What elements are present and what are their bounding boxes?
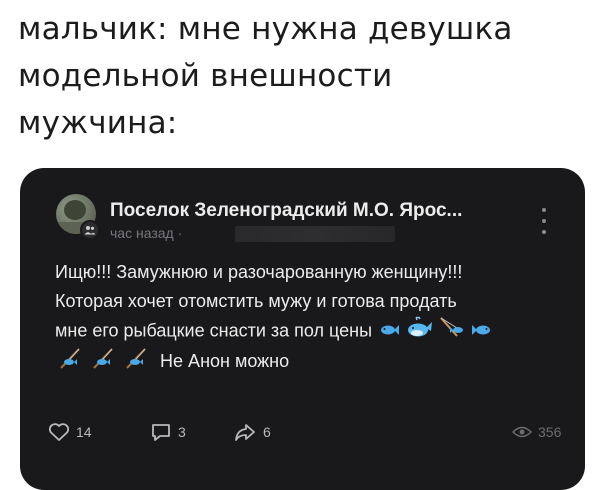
post-text-line: Которая хочет отомстить мужу и готова пр… — [55, 291, 457, 311]
share-icon — [235, 424, 255, 441]
channel-name[interactable]: Поселок Зеленоградский М.О. Ярос... — [110, 200, 462, 222]
more-options-icon[interactable] — [538, 208, 550, 234]
post-stats-bar: 14 3 6 356 — [20, 418, 585, 446]
post-text-line: Ищю!!! Замужнюю и разочарованную женщину… — [55, 262, 463, 282]
view-count: 356 — [538, 424, 562, 440]
like-button[interactable]: 14 — [48, 418, 92, 446]
post-text-line-with-emoji: мне его рыбацкие снасти за пол цены — [55, 316, 575, 347]
whale-icon — [406, 316, 433, 347]
meme-caption: мальчик: мне нужна девушка модельной вне… — [18, 6, 588, 147]
fishing-catch-icon — [439, 316, 465, 347]
post-text: Ищю!!! Замужнюю и разочарованную женщину… — [55, 258, 575, 378]
like-count: 14 — [76, 424, 92, 440]
fishing-pole-icon — [57, 347, 83, 378]
fish-icon — [472, 317, 492, 346]
post-text-line-with-emoji: Не Анон можно — [55, 347, 575, 378]
post-text-line: Не Анон можно — [160, 351, 290, 372]
eye-icon — [512, 426, 532, 438]
comment-icon — [152, 424, 170, 441]
post-text-line: мне его рыбацкие снасти за пол цены — [55, 320, 373, 341]
blurred-redaction — [235, 226, 395, 242]
people-icon — [80, 220, 100, 240]
caption-line: мужчина: — [18, 105, 178, 141]
post-card: Поселок Зеленоградский М.О. Ярос... час … — [20, 168, 585, 490]
caption-line: модельной внешности — [18, 58, 393, 94]
fishing-pole-icon — [90, 347, 116, 378]
comment-count: 3 — [178, 424, 186, 440]
share-count: 6 — [263, 424, 271, 440]
fish-icon — [379, 317, 400, 346]
post-time: час назад · — [110, 225, 183, 241]
share-button[interactable]: 6 — [233, 418, 271, 446]
views-indicator: 356 — [512, 418, 561, 446]
fishing-pole-icon — [123, 347, 149, 378]
heart-icon — [48, 423, 70, 441]
comment-button[interactable]: 3 — [150, 418, 186, 446]
caption-line: мальчик: мне нужна девушка — [18, 11, 513, 47]
